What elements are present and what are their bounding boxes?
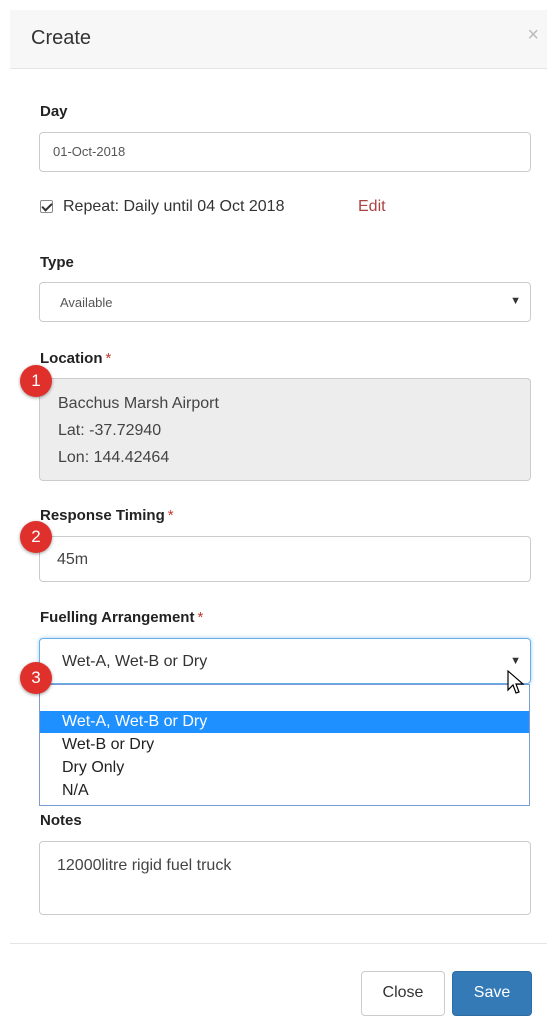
notes-value: 12000litre rigid fuel truck — [57, 857, 232, 874]
required-mark: * — [167, 507, 174, 524]
type-label: Type — [40, 254, 74, 271]
annotation-badge-3: 3 — [20, 662, 52, 694]
fuelling-label: Fuelling Arrangement * — [40, 609, 203, 626]
caret-down-icon: ▼ — [510, 295, 521, 307]
notes-label: Notes — [40, 812, 82, 829]
dropdown-option[interactable]: Wet-B or Dry — [40, 734, 529, 756]
required-mark: * — [105, 350, 112, 367]
location-label: Location * — [40, 350, 111, 367]
location-name: Bacchus Marsh Airport — [58, 395, 219, 412]
location-lon: Lon: 144.42464 — [58, 449, 170, 466]
day-input[interactable]: 01-Oct-2018 — [39, 132, 531, 172]
repeat-text: Repeat: Daily until 04 Oct 2018 — [63, 198, 285, 215]
dropdown-option[interactable]: Dry Only — [40, 757, 529, 779]
annotation-badge-2: 2 — [20, 521, 52, 553]
required-mark: * — [197, 609, 204, 626]
edit-repeat-link[interactable]: Edit — [358, 198, 386, 216]
caret-down-icon: ▼ — [510, 655, 521, 667]
response-timing-label-text: Response Timing — [40, 507, 165, 524]
repeat-checkbox[interactable] — [40, 200, 53, 213]
dropdown-option[interactable]: N/A — [40, 780, 529, 802]
type-select[interactable]: Available ▼ — [39, 282, 531, 322]
fuelling-value: Wet-A, Wet-B or Dry — [62, 653, 208, 670]
location-lat: Lat: -37.72940 — [58, 422, 162, 439]
close-button[interactable]: Close — [361, 971, 445, 1016]
response-timing-label: Response Timing * — [40, 507, 174, 524]
type-value: Available — [60, 295, 113, 310]
response-timing-value: 45m — [57, 551, 89, 568]
footer-divider — [10, 943, 547, 944]
response-timing-input[interactable]: 45m — [39, 536, 531, 582]
notes-textarea[interactable]: 12000litre rigid fuel truck — [39, 841, 531, 915]
modal-title: Create — [31, 27, 92, 49]
close-icon[interactable]: × — [527, 24, 539, 46]
day-label: Day — [40, 103, 68, 120]
dropdown-option[interactable]: Wet-A, Wet-B or Dry — [40, 711, 529, 733]
mouse-pointer-icon — [507, 670, 525, 694]
location-field: Bacchus Marsh Airport Lat: -37.72940 Lon… — [39, 378, 531, 481]
fuelling-select[interactable]: Wet-A, Wet-B or Dry ▼ — [39, 638, 531, 684]
day-value: 01-Oct-2018 — [53, 144, 126, 159]
save-button[interactable]: Save — [452, 971, 532, 1016]
fuelling-dropdown-list: Wet-A, Wet-B or Dry Wet-B or Dry Dry Onl… — [39, 684, 530, 806]
location-label-text: Location — [40, 350, 103, 367]
fuelling-label-text: Fuelling Arrangement — [40, 609, 195, 626]
modal-header: Create × — [10, 10, 547, 69]
annotation-badge-1: 1 — [20, 365, 52, 397]
